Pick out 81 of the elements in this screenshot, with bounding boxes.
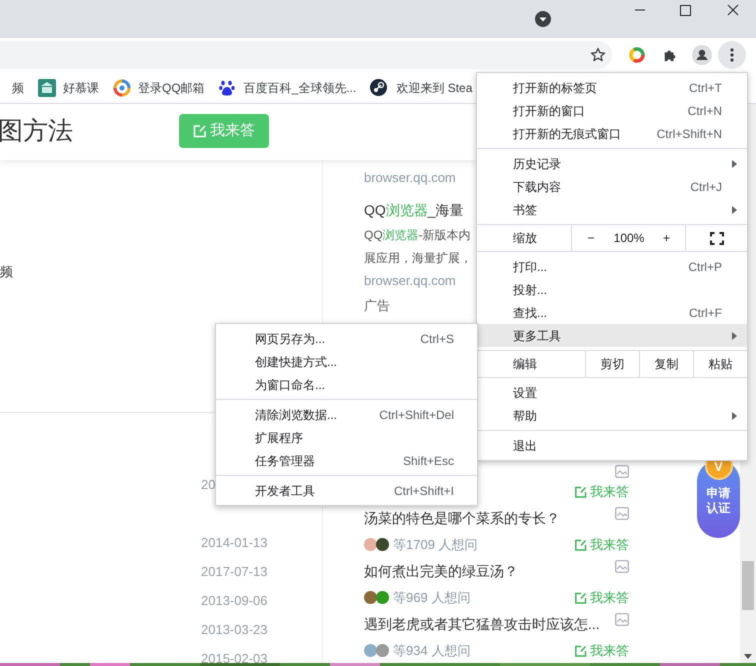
menu-item[interactable]: 网页另存为... Ctrl+S (216, 327, 477, 350)
edit-button[interactable]: 复制 (640, 351, 694, 377)
text-fragment: 频 (0, 263, 13, 281)
building-icon (38, 78, 56, 96)
edit-icon (193, 124, 207, 138)
menu-item[interactable]: 为窗口命名... (216, 373, 477, 396)
edit-icon (575, 486, 587, 498)
menu-item[interactable]: 打开新的无痕式窗口 Ctrl+Shift+N (477, 122, 747, 145)
close-icon[interactable] (727, 4, 739, 16)
zoom-out-button[interactable]: − (572, 225, 610, 251)
menu-button[interactable] (718, 41, 746, 69)
zoom-in-button[interactable]: + (648, 225, 686, 251)
menu-item[interactable]: 清除浏览数据... Ctrl+Shift+Del (216, 403, 477, 426)
colorful-ring-icon (113, 78, 131, 96)
asker-count: 等934 人想问 (393, 642, 470, 660)
menu-item[interactable]: 查找... Ctrl+F (477, 301, 747, 324)
ad-description: QQ浏览器-新版本内 展应用，海量扩展， (364, 226, 472, 266)
menu-item[interactable]: 扩展程序 (216, 426, 477, 449)
source-url: browser.qq.com (364, 169, 456, 187)
bookmark-link[interactable]: 好慕课 (63, 78, 99, 96)
question-link[interactable]: 遇到老虎或者其它猛兽攻击时应该怎... (364, 614, 600, 634)
submenu-arrow-icon (732, 412, 737, 420)
image-icon (615, 464, 629, 478)
ad-title: QQ浏览器_海量 (364, 200, 464, 220)
ad-label: 广告 (364, 297, 390, 315)
puzzle-icon[interactable] (663, 48, 677, 62)
menu-item[interactable]: 历史记录 (477, 152, 747, 175)
maximize-icon[interactable] (680, 4, 691, 16)
question-link[interactable]: 如何煮出完美的绿豆汤？ (364, 560, 518, 582)
bookmark-link[interactable]: 频 (12, 78, 24, 96)
submenu-arrow-icon (732, 332, 737, 340)
menu-item[interactable]: 任务管理器 Shift+Esc (216, 449, 477, 472)
menu-item[interactable]: 打开新的窗口 Ctrl+N (477, 99, 747, 122)
menu-icon[interactable] (730, 48, 734, 62)
menu-item[interactable]: 投射... (477, 278, 747, 301)
date-text: 2013-03-23 (201, 621, 268, 640)
steam-icon (370, 79, 388, 96)
edit-button[interactable]: 粘贴 (694, 351, 747, 377)
menu-item[interactable]: 下载内容 Ctrl+J (477, 175, 747, 198)
zoom-level: 100% (612, 230, 646, 247)
page-title: 图方法 (0, 116, 74, 148)
submenu-arrow-icon (732, 160, 737, 168)
date-text: 20 (201, 476, 216, 494)
avatar-icon (364, 644, 389, 657)
scrollbar-thumb[interactable] (742, 561, 754, 610)
date-text: 2013-09-06 (201, 592, 268, 610)
paw-icon (218, 79, 235, 96)
profile-icon[interactable] (692, 45, 712, 65)
verify-badge[interactable]: V 申请认证 (697, 460, 740, 538)
extension-ring-icon[interactable] (629, 47, 645, 63)
edit-button[interactable]: 剪切 (586, 351, 640, 377)
submenu-arrow-icon (732, 206, 737, 214)
bookmark-link[interactable]: 欢迎来到 Stea (396, 78, 472, 96)
tab-search-icon[interactable] (535, 11, 551, 27)
star-icon[interactable] (590, 47, 606, 63)
menu-item[interactable]: 开发者工具 Ctrl+Shift+I (216, 479, 477, 502)
menu-item[interactable]: 书签 (477, 198, 747, 221)
menu-item[interactable]: 打开新的标签页 Ctrl+T (477, 76, 747, 99)
bookmark-link[interactable]: 登录QQ邮箱 (138, 78, 205, 96)
edit-icon (575, 644, 587, 656)
date-text: 2014-01-13 (201, 534, 268, 552)
image-icon (615, 506, 629, 520)
question-link[interactable]: 汤菜的特色是哪个菜系的专长？ (364, 508, 560, 528)
menu-item[interactable]: 更多工具 (477, 324, 747, 347)
zoom-label: 缩放 (477, 225, 572, 251)
image-icon (615, 612, 629, 626)
source-url: browser.qq.com (364, 272, 456, 290)
edit-icon (575, 592, 587, 604)
scroll-down-icon[interactable] (744, 654, 752, 659)
avatar-icon (364, 591, 389, 604)
menu-item[interactable]: 打印... Ctrl+P (477, 255, 747, 278)
avatar-icon (364, 538, 389, 551)
asker-count: 等969 人想问 (393, 588, 470, 607)
asker-count: 等1709 人想问 (393, 536, 478, 554)
date-text: 2017-07-13 (201, 563, 268, 582)
edit-icon (575, 538, 587, 550)
badge-label: 申请认证 (706, 486, 732, 516)
bookmark-link[interactable]: 百度百科_全球领先... (244, 78, 356, 96)
fullscreen-icon (710, 232, 724, 244)
menu-item[interactable]: 创建快捷方式... (216, 350, 477, 373)
image-icon (615, 560, 629, 572)
